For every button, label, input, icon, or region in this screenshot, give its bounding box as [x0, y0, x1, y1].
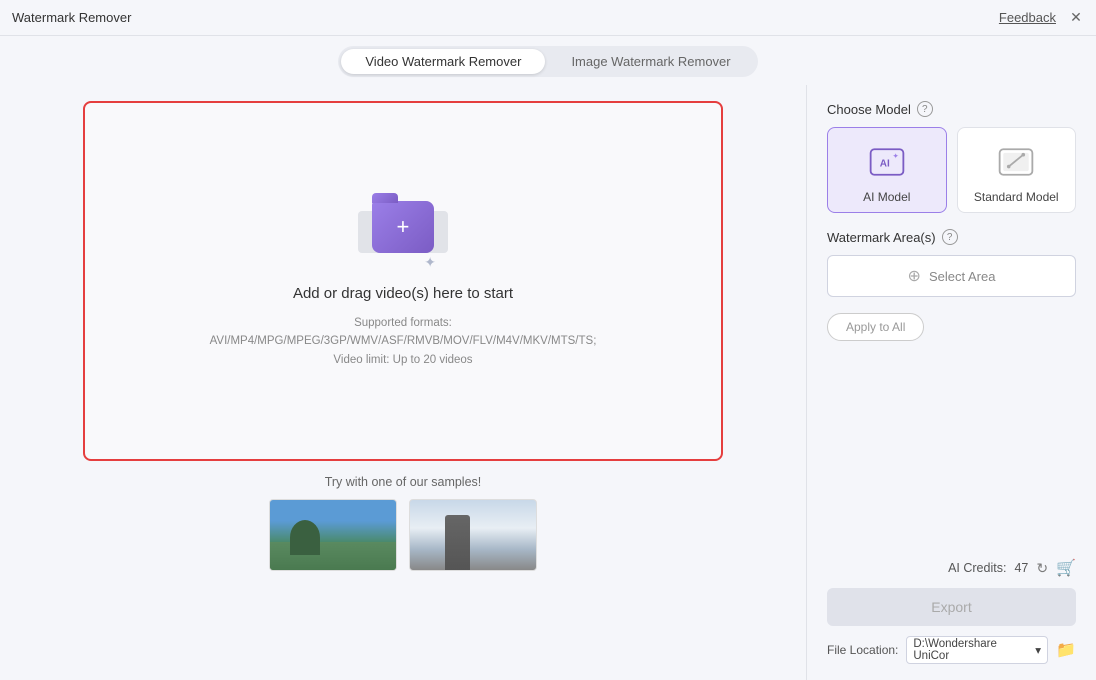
file-location-label: File Location: [827, 643, 898, 657]
choose-model-help-icon[interactable]: ? [917, 101, 933, 117]
standard-model-card[interactable]: Standard Model [957, 127, 1077, 213]
close-button[interactable]: ✕ [1068, 10, 1084, 26]
feedback-link[interactable]: Feedback [999, 10, 1056, 25]
choose-model-label: Choose Model ? [827, 101, 1076, 117]
samples-label: Try with one of our samples! [325, 475, 482, 489]
svg-text:AI: AI [879, 159, 889, 170]
ai-model-label: AI Model [863, 190, 910, 204]
app-title: Watermark Remover [12, 10, 131, 25]
folder-icon-container: + ✦ ✦ [358, 193, 448, 273]
sparkle-bottomright-icon: ✦ [424, 254, 436, 271]
app-title-area: Watermark Remover [12, 10, 131, 25]
samples-row [269, 499, 537, 571]
ai-credits-row: AI Credits: 47 ↻ 🛒 [827, 558, 1076, 578]
apply-all-section: Apply to All [827, 313, 1076, 341]
titlebar: Watermark Remover Feedback ✕ [0, 0, 1096, 36]
dropzone-title: Add or drag video(s) here to start [293, 285, 513, 302]
dropzone[interactable]: + ✦ ✦ Add or drag video(s) here to start… [83, 101, 723, 461]
left-panel: + ✦ ✦ Add or drag video(s) here to start… [0, 85, 806, 680]
ai-model-card[interactable]: AI ✦ AI Model [827, 127, 947, 213]
watermark-area-section: Watermark Area(s) ? ⊕ Select Area [827, 229, 1076, 297]
ai-model-icon: AI ✦ [865, 140, 909, 184]
refresh-icon[interactable]: ↻ [1036, 560, 1048, 577]
watermark-areas-label: Watermark Area(s) ? [827, 229, 1076, 245]
sample-thumb-2[interactable] [409, 499, 537, 571]
standard-model-icon [994, 140, 1038, 184]
export-button[interactable]: Export [827, 588, 1076, 626]
standard-model-label: Standard Model [974, 190, 1059, 204]
ai-credits-value: 47 [1014, 561, 1028, 575]
dropdown-chevron-icon: ▾ [1035, 643, 1041, 657]
svg-text:✦: ✦ [892, 151, 898, 160]
file-location-select[interactable]: D:\Wondershare UniCor ▾ [906, 636, 1048, 664]
titlebar-controls: Feedback ✕ [999, 10, 1084, 26]
right-panel: Choose Model ? AI ✦ AI [806, 85, 1096, 680]
choose-model-section: Choose Model ? AI ✦ AI [827, 101, 1076, 213]
dropzone-formats: Supported formats: AVI/MP4/MPG/MPEG/3GP/… [210, 314, 597, 369]
file-location-row: File Location: D:\Wondershare UniCor ▾ 📁 [827, 636, 1076, 664]
tab-image-watermark[interactable]: Image Watermark Remover [547, 49, 754, 74]
tab-group: Video Watermark Remover Image Watermark … [338, 46, 757, 77]
folder-plus-icon: + [397, 216, 410, 238]
tabbar: Video Watermark Remover Image Watermark … [0, 36, 1096, 85]
spacer [827, 357, 1076, 542]
bottom-section: AI Credits: 47 ↻ 🛒 Export File Location:… [827, 558, 1076, 664]
model-cards: AI ✦ AI Model [827, 127, 1076, 213]
tab-video-watermark[interactable]: Video Watermark Remover [341, 49, 545, 74]
select-area-crosshair-icon: ⊕ [908, 266, 921, 286]
dropzone-inner: + ✦ ✦ Add or drag video(s) here to start… [210, 193, 597, 369]
sample-thumb-1[interactable] [269, 499, 397, 571]
samples-section: Try with one of our samples! [83, 475, 723, 571]
folder-main-icon: + [372, 201, 434, 253]
main-content: + ✦ ✦ Add or drag video(s) here to start… [0, 85, 1096, 680]
apply-all-button[interactable]: Apply to All [827, 313, 924, 341]
cart-icon[interactable]: 🛒 [1056, 558, 1076, 578]
select-area-button[interactable]: ⊕ Select Area [827, 255, 1076, 297]
file-folder-browse-icon[interactable]: 📁 [1056, 640, 1076, 660]
watermark-areas-help-icon[interactable]: ? [942, 229, 958, 245]
